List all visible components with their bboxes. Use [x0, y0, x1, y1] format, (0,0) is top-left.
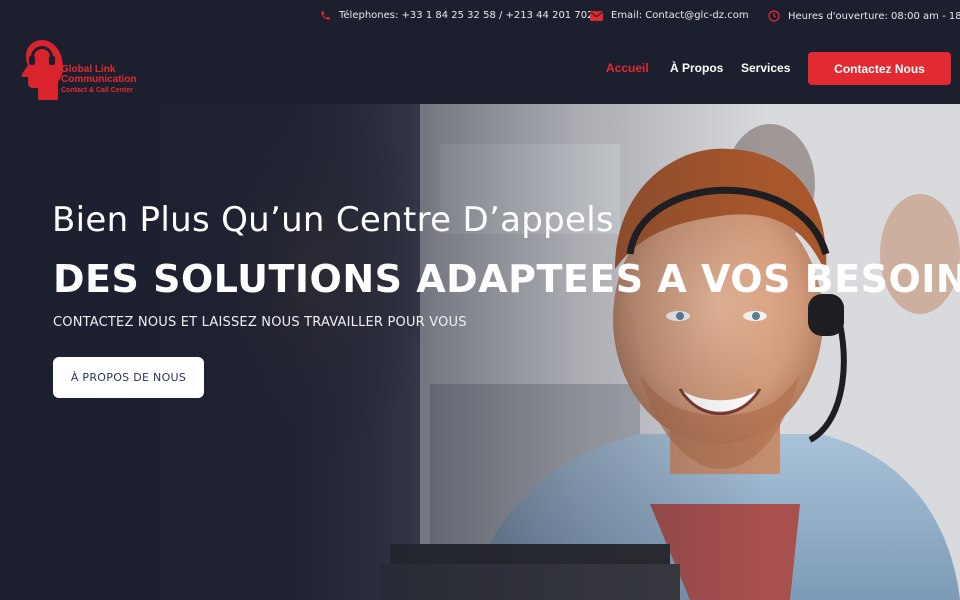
hours-text: Heures d'ouverture: 08:00 am - 18:00 pm [788, 10, 960, 22]
hero-subtitle: Bien Plus Qu’un Centre D’appels [52, 200, 614, 240]
phone-icon [321, 11, 330, 20]
hero-title: DES SOLUTIONS ADAPTEES A VOS BESOINS [53, 257, 960, 301]
topbar-email[interactable]: Email: Contact@glc-dz.com [590, 10, 749, 21]
hero-banner: Bien Plus Qu’un Centre D’appels DES SOLU… [0, 104, 960, 600]
nav-a-propos[interactable]: À Propos [670, 61, 723, 75]
hero-tagline: CONTACTEZ NOUS ET LAISSEZ NOUS TRAVAILLE… [53, 315, 467, 330]
topbar-hours: Heures d'ouverture: 08:00 am - 18:00 pm [768, 10, 960, 22]
nav-services[interactable]: Services [741, 61, 790, 75]
nav-accueil[interactable]: Accueil [606, 61, 649, 75]
top-contact-bar: Télephones: +33 1 84 25 32 58 / +213 44 … [0, 0, 960, 34]
contact-button[interactable]: Contactez Nous [808, 52, 951, 85]
email-text: Email: Contact@glc-dz.com [611, 10, 749, 21]
logo-wordmark: Global Link Communication Contact & Call… [61, 65, 137, 96]
clock-icon [768, 10, 780, 22]
site-header: Télephones: +33 1 84 25 32 58 / +213 44 … [0, 0, 960, 104]
logo-line-2: Communication [61, 74, 137, 85]
logo-line-3: Contact & Call Center [61, 87, 133, 94]
site-logo[interactable]: Global Link Communication Contact & Call… [20, 38, 170, 104]
headset-profile-logo [21, 40, 63, 100]
topbar-phone[interactable]: Télephones: +33 1 84 25 32 58 / +213 44 … [320, 10, 593, 21]
about-us-button[interactable]: À PROPOS DE NOUS [53, 357, 204, 398]
phone-text: Télephones: +33 1 84 25 32 58 / +213 44 … [339, 10, 594, 21]
hero-overlay [0, 104, 960, 600]
envelope-icon [590, 10, 603, 21]
